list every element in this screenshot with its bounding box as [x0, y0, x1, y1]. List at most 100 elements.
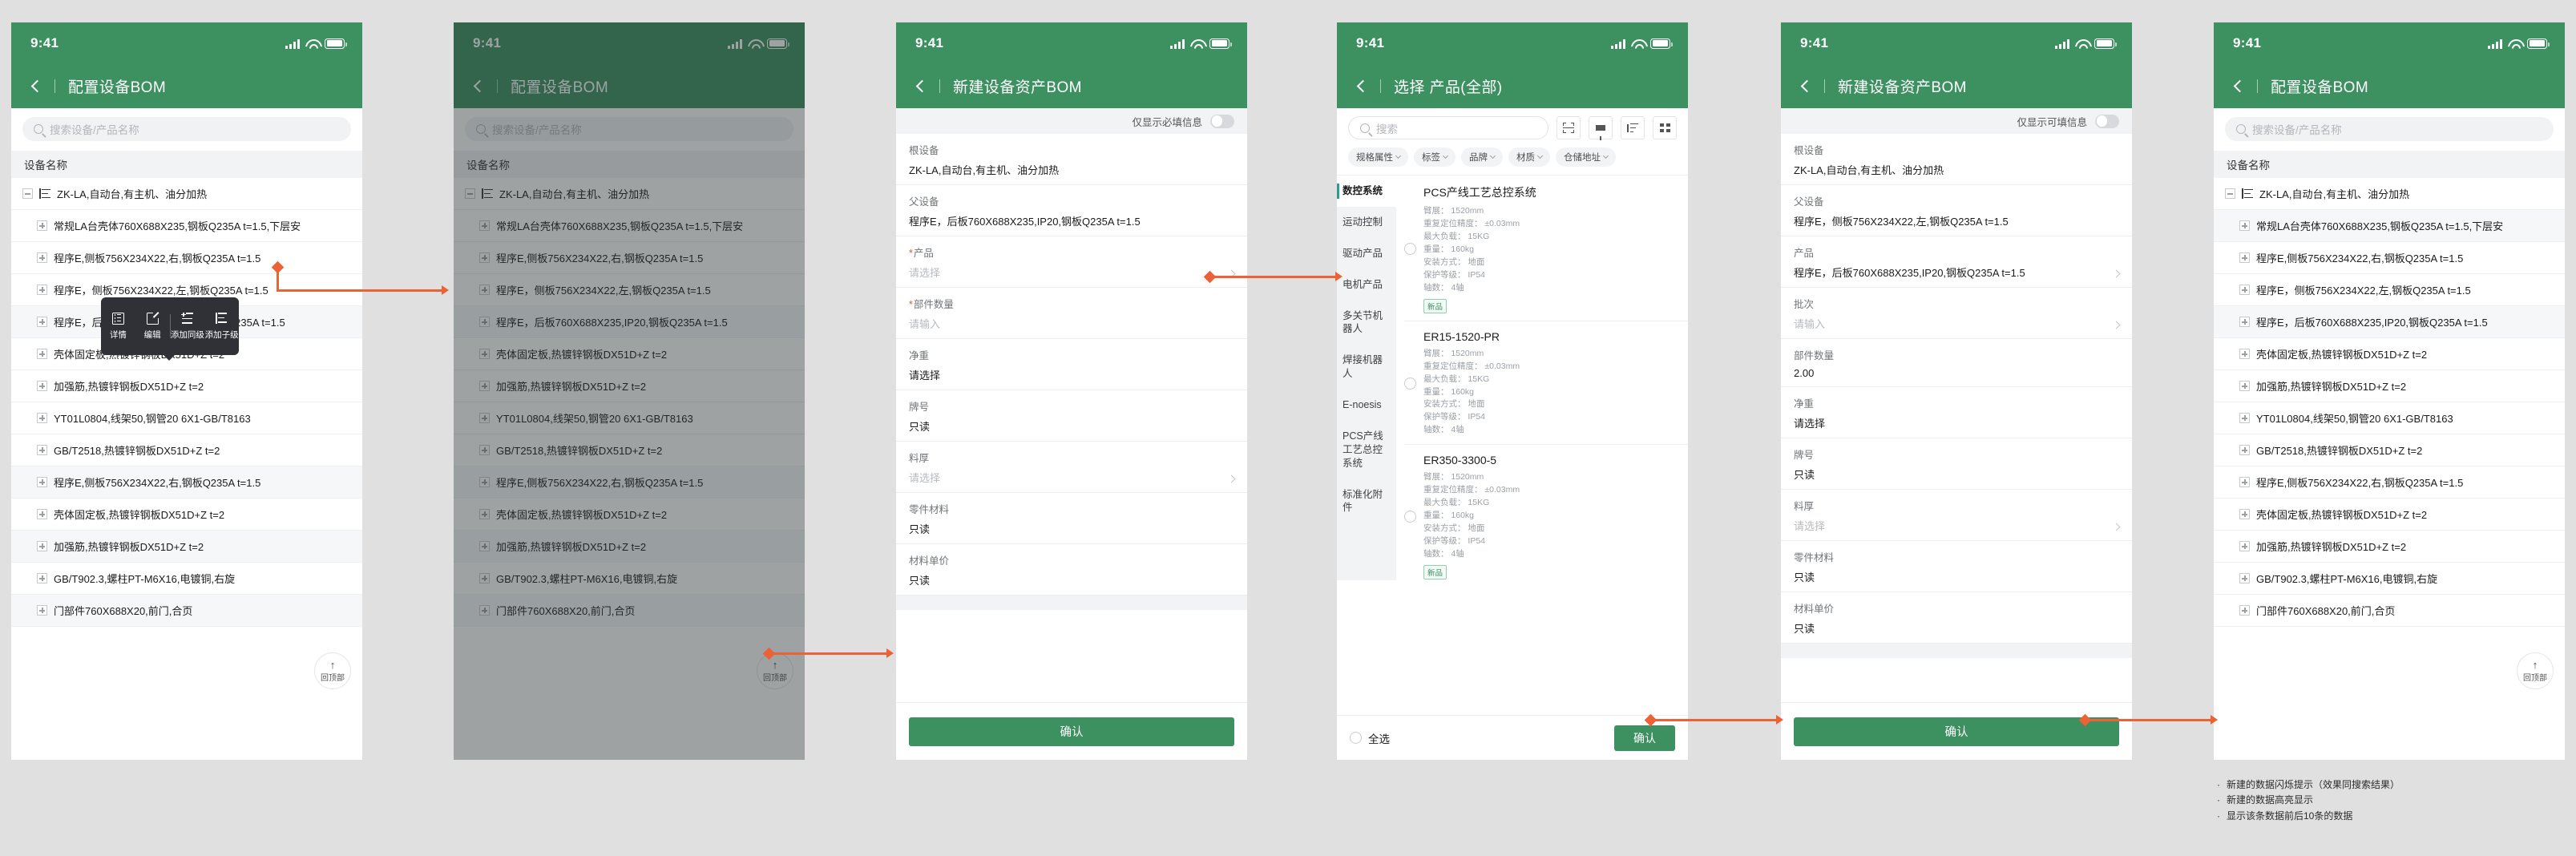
category-item[interactable]: 焊接机器人: [1337, 345, 1396, 390]
bom-tree-row[interactable]: 程序E,侧板756X234X22,右,钢板Q235A t=1.5: [454, 242, 805, 274]
bom-tree-row[interactable]: 壳体固定板,热镀锌钢板DX51D+Z t=2: [2214, 338, 2565, 370]
expand-plus-icon[interactable]: [479, 509, 490, 519]
bom-tree-row[interactable]: 加强筋,热镀锌钢板DX51D+Z t=2: [454, 531, 805, 563]
expand-plus-icon[interactable]: [479, 317, 490, 327]
expand-plus-icon[interactable]: [2239, 381, 2250, 391]
bom-tree-row[interactable]: 程序E，后板760X688X235,IP20,钢板Q235A t=1.5: [454, 306, 805, 338]
category-item[interactable]: 运动控制: [1337, 207, 1396, 238]
filter-chip[interactable]: 仓储地址: [1556, 147, 1616, 167]
expand-plus-icon[interactable]: [37, 252, 47, 263]
expand-plus-icon[interactable]: [2239, 509, 2250, 519]
form-field-row[interactable]: 料厚 请选择: [896, 442, 1247, 493]
bom-tree-row[interactable]: 壳体固定板,热镀锌钢板DX51D+Z t=2: [2214, 499, 2565, 531]
form-field-row[interactable]: *产品 请选择: [896, 236, 1247, 288]
expand-plus-icon[interactable]: [2239, 252, 2250, 263]
bom-tree-row[interactable]: GB/T902.3,螺柱PT-M6X16,电镀铜,右旋: [2214, 563, 2565, 595]
expand-plus-icon[interactable]: [479, 445, 490, 455]
filter-chip[interactable]: 标签: [1414, 147, 1456, 167]
form-field-row[interactable]: 批次 请输入: [1781, 288, 2132, 339]
bom-tree-row[interactable]: 门部件760X688X20,前门,合页: [2214, 595, 2565, 627]
search-input[interactable]: 搜索: [1348, 116, 1548, 139]
back-to-top-button[interactable]: ↑ 回顶部: [2517, 652, 2554, 689]
collapse-minus-icon[interactable]: [2225, 188, 2235, 199]
expand-plus-icon[interactable]: [479, 573, 490, 583]
back-arrow-icon[interactable]: [473, 79, 487, 93]
bom-tree-row[interactable]: YT01L0804,线架50,钢管20 6X1-GB/T8163: [454, 402, 805, 434]
expand-plus-icon[interactable]: [2239, 605, 2250, 616]
expand-plus-icon[interactable]: [37, 220, 47, 231]
form-field-value[interactable]: 请选择: [909, 264, 1234, 280]
select-all-radio[interactable]: [1350, 732, 1362, 744]
bom-tree-row[interactable]: 壳体固定板,热镀锌钢板DX51D+Z t=2: [11, 499, 362, 531]
form-field-value[interactable]: 请选择: [909, 470, 1234, 485]
bom-tree-row[interactable]: 程序E,侧板756X234X22,右,钢板Q235A t=1.5: [2214, 466, 2565, 499]
search-input[interactable]: 搜索设备/产品名称: [2225, 117, 2554, 141]
expand-plus-icon[interactable]: [479, 349, 490, 359]
bom-tree-row[interactable]: ZK-LA,自动台,有主机、油分加热: [11, 178, 362, 210]
expand-plus-icon[interactable]: [37, 605, 47, 616]
product-item[interactable]: ER15-1520-PR 臂展： 1520mm 重复定位精度： ±0.03mm 最大负…: [1404, 321, 1688, 446]
bom-tree-row[interactable]: 常规LA台壳体760X688X235,钢板Q235A t=1.5,下层安: [2214, 210, 2565, 242]
back-arrow-icon[interactable]: [1356, 79, 1370, 93]
context-menu-item-add-child[interactable]: 添加子级: [204, 312, 239, 341]
bom-tree-row[interactable]: 程序E,侧板756X234X22,右,钢板Q235A t=1.5: [2214, 242, 2565, 274]
expand-plus-icon[interactable]: [37, 285, 47, 295]
bom-tree-row[interactable]: 程序E,侧板756X234X22,右,钢板Q235A t=1.5: [11, 466, 362, 499]
confirm-button[interactable]: 确认: [1614, 725, 1675, 751]
bom-tree-row[interactable]: 壳体固定板,热镀锌钢板DX51D+Z t=2: [454, 338, 805, 370]
filter-chip[interactable]: 品牌: [1461, 147, 1503, 167]
expand-plus-icon[interactable]: [2239, 349, 2250, 359]
confirm-button[interactable]: 确认: [909, 717, 1234, 746]
expand-plus-icon[interactable]: [2239, 317, 2250, 327]
category-item[interactable]: 多关节机器人: [1337, 301, 1396, 345]
expand-plus-icon[interactable]: [2239, 477, 2250, 487]
category-item[interactable]: 数控系统: [1337, 176, 1396, 207]
bom-tree-row[interactable]: GB/T2518,热镀锌钢板DX51D+Z t=2: [454, 434, 805, 466]
required-only-switch[interactable]: [1210, 114, 1234, 128]
expand-plus-icon[interactable]: [479, 381, 490, 391]
filter-chip[interactable]: 材质: [1508, 147, 1550, 167]
expand-plus-icon[interactable]: [2239, 573, 2250, 583]
category-item[interactable]: 标准化附件: [1337, 479, 1396, 524]
bom-tree-row[interactable]: GB/T902.3,螺柱PT-M6X16,电镀铜,右旋: [454, 563, 805, 595]
filter-chip[interactable]: 规格属性: [1348, 147, 1408, 167]
collapse-minus-icon[interactable]: [22, 188, 33, 199]
search-input[interactable]: 搜索设备/产品名称: [22, 117, 351, 141]
bom-tree-row[interactable]: 加强筋,热镀锌钢板DX51D+Z t=2: [454, 370, 805, 402]
bom-tree-row[interactable]: 常规LA台壳体760X688X235,钢板Q235A t=1.5,下层安: [454, 210, 805, 242]
bom-tree-row[interactable]: YT01L0804,线架50,钢管20 6X1-GB/T8163: [2214, 402, 2565, 434]
expand-plus-icon[interactable]: [2239, 220, 2250, 231]
product-radio[interactable]: [1404, 511, 1416, 523]
bom-tree-row[interactable]: 加强筋,热镀锌钢板DX51D+Z t=2: [2214, 370, 2565, 402]
form-field-value[interactable]: 请输入: [1794, 316, 2119, 331]
bom-tree-row[interactable]: 加强筋,热镀锌钢板DX51D+Z t=2: [2214, 531, 2565, 563]
product-radio[interactable]: [1404, 378, 1416, 390]
expand-plus-icon[interactable]: [37, 381, 47, 391]
form-field-value[interactable]: 请选择: [1794, 518, 2119, 533]
expand-plus-icon[interactable]: [479, 252, 490, 263]
expand-plus-icon[interactable]: [479, 220, 490, 231]
context-menu-item-add-sibling[interactable]: 添加同级: [171, 312, 205, 341]
form-field-row[interactable]: 料厚 请选择: [1781, 490, 2132, 541]
bom-tree-row[interactable]: YT01L0804,线架50,钢管20 6X1-GB/T8163: [11, 402, 362, 434]
bom-tree-row[interactable]: GB/T902.3,螺柱PT-M6X16,电镀铜,右旋: [11, 563, 362, 595]
bom-tree-row[interactable]: 程序E，侧板756X234X22,左,钢板Q235A t=1.5: [454, 274, 805, 306]
expand-plus-icon[interactable]: [479, 285, 490, 295]
expand-plus-icon[interactable]: [479, 413, 490, 423]
expand-plus-icon[interactable]: [479, 541, 490, 551]
back-arrow-icon[interactable]: [915, 79, 929, 93]
expand-plus-icon[interactable]: [37, 541, 47, 551]
expand-plus-icon[interactable]: [2239, 541, 2250, 551]
category-item[interactable]: E-noesis: [1337, 390, 1396, 421]
form-field-row[interactable]: 产品 程序E，后板760X688X235,IP20,钢板Q235A t=1.5: [1781, 236, 2132, 288]
bom-tree-row[interactable]: 程序E，后板760X688X235,IP20,钢板Q235A t=1.5: [2214, 306, 2565, 338]
expand-plus-icon[interactable]: [37, 509, 47, 519]
bom-tree-row[interactable]: 加强筋,热镀锌钢板DX51D+Z t=2: [11, 370, 362, 402]
back-arrow-icon[interactable]: [30, 79, 44, 93]
expand-plus-icon[interactable]: [2239, 285, 2250, 295]
expand-plus-icon[interactable]: [2239, 445, 2250, 455]
bom-tree-row[interactable]: 门部件760X688X20,前门,合页: [11, 595, 362, 627]
sort-button[interactable]: [1621, 116, 1645, 139]
expand-plus-icon[interactable]: [37, 445, 47, 455]
back-arrow-icon[interactable]: [2233, 79, 2247, 93]
